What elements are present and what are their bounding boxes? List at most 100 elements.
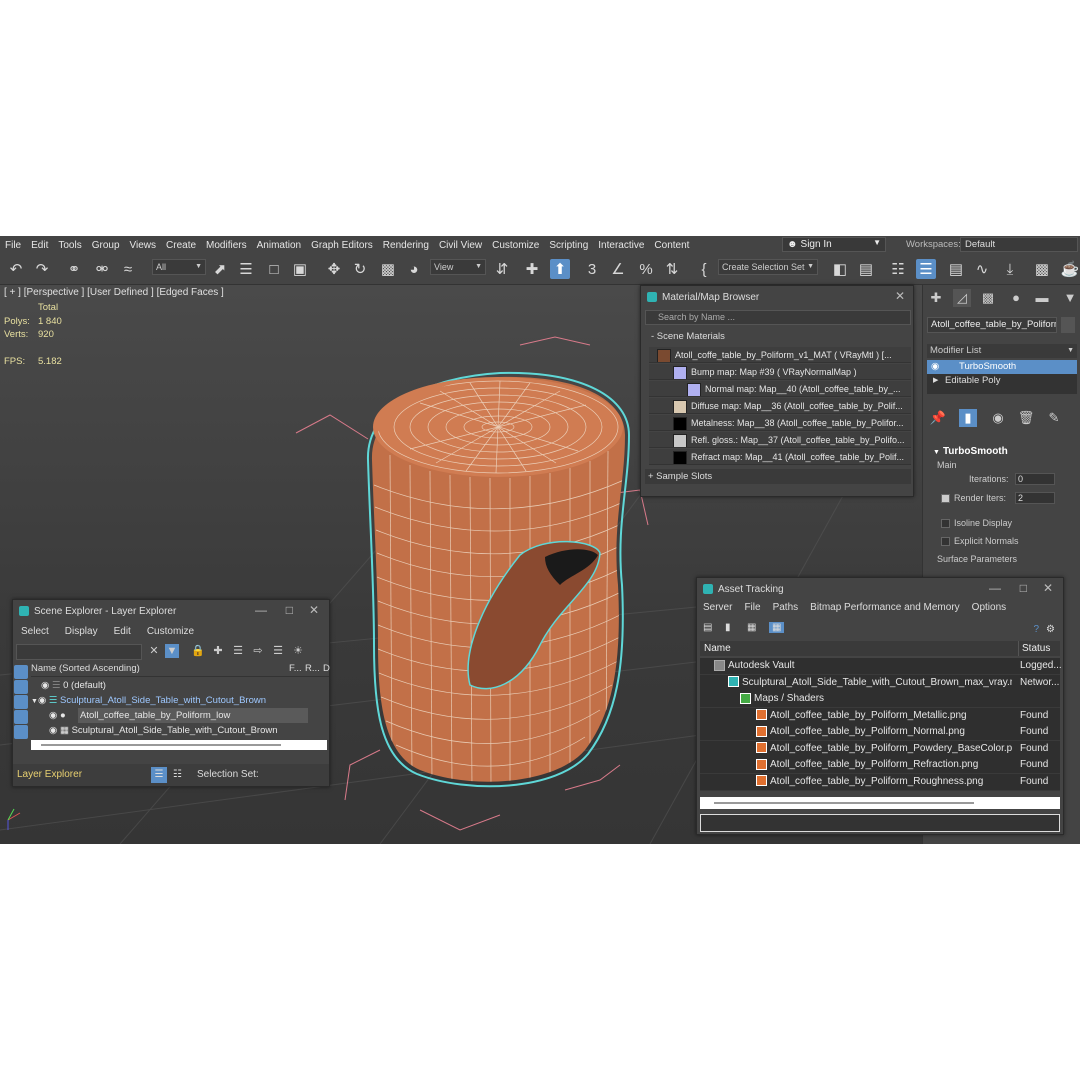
create-tab-icon[interactable]: ✚ bbox=[927, 289, 945, 307]
object-color-swatch[interactable] bbox=[1061, 317, 1075, 333]
vault-icon[interactable]: ▤ bbox=[703, 622, 712, 633]
list-view-icon[interactable]: ▮ bbox=[725, 622, 731, 633]
close-icon[interactable]: ✕ bbox=[309, 603, 319, 617]
schematic-view-icon[interactable]: ⤓ bbox=[1000, 259, 1020, 279]
select-manipulate-icon[interactable]: ✚ bbox=[522, 259, 542, 279]
asset-row[interactable]: Autodesk Vault Logged... bbox=[700, 658, 1062, 675]
menu-select[interactable]: Select bbox=[13, 624, 57, 640]
motion-tab-icon[interactable]: ● bbox=[1007, 289, 1025, 307]
display-geometry-icon[interactable] bbox=[14, 680, 28, 694]
material-row[interactable]: Atoll_coffe_table_by_Poliform_v1_MAT ( V… bbox=[649, 347, 911, 363]
isoline-row[interactable]: Isoline Display bbox=[941, 518, 1012, 529]
menu-interactive[interactable]: Interactive bbox=[593, 240, 649, 251]
status-column-header[interactable]: Status bbox=[1018, 641, 1050, 656]
keyboard-shortcut-icon[interactable]: ⬆ bbox=[550, 259, 570, 279]
render-iters-spinner[interactable]: 2 bbox=[1015, 492, 1055, 504]
object-row-selected[interactable]: Atoll_coffee_table_by_Poliform_low bbox=[78, 708, 308, 723]
placement-icon[interactable]: ◕ bbox=[404, 259, 424, 279]
maximize-icon[interactable]: □ bbox=[1020, 581, 1027, 595]
minimize-icon[interactable]: — bbox=[989, 581, 1001, 595]
horizontal-scrollbar[interactable] bbox=[700, 797, 1060, 809]
menu-content[interactable]: Content bbox=[649, 240, 694, 251]
scene-explorer-titlebar[interactable]: Scene Explorer - Layer Explorer bbox=[13, 600, 329, 622]
menu-edit[interactable]: Edit bbox=[26, 240, 53, 251]
angle-snap-icon[interactable]: ∠ bbox=[608, 259, 628, 279]
stack-item-editable-poly[interactable]: ▶ Editable Poly bbox=[927, 374, 1077, 388]
iterations-spinner[interactable]: 0 bbox=[1015, 473, 1055, 485]
material-browser-titlebar[interactable]: Material/Map Browser bbox=[641, 286, 913, 308]
display-cameras-icon[interactable] bbox=[14, 710, 28, 724]
menu-display[interactable]: Display bbox=[57, 624, 106, 640]
display-objects-icon[interactable] bbox=[14, 665, 28, 679]
highlight-icon[interactable]: ☀ bbox=[291, 644, 305, 658]
percent-snap-icon[interactable]: % bbox=[636, 259, 656, 279]
eye-icon[interactable]: ◉ bbox=[49, 725, 57, 736]
menu-customize[interactable]: Customize bbox=[139, 624, 202, 640]
material-search-input[interactable]: Search by Name ... bbox=[645, 310, 911, 325]
curve-editor-icon[interactable]: ∿ bbox=[972, 259, 992, 279]
turbosmooth-rollout-title[interactable]: ▼ TurboSmooth bbox=[933, 446, 1008, 457]
lock-icon[interactable]: 🔒 bbox=[191, 644, 205, 658]
make-unique-icon[interactable]: ◉ bbox=[989, 409, 1007, 427]
render-iters-checkbox[interactable] bbox=[941, 494, 950, 504]
named-selection-dropdown[interactable]: Create Selection Set ▼ bbox=[718, 259, 818, 275]
menu-create[interactable]: Create bbox=[161, 240, 201, 251]
edit-named-selection-icon[interactable]: { bbox=[694, 259, 714, 279]
scrollbar-thumb[interactable] bbox=[714, 802, 974, 804]
scene-materials-header[interactable]: - Scene Materials bbox=[645, 331, 917, 345]
undo-icon[interactable]: ↶ bbox=[6, 259, 26, 279]
menu-file[interactable]: File bbox=[738, 600, 766, 616]
explorer-type-dropdown[interactable]: Layer Explorer bbox=[17, 764, 82, 786]
stack-icon[interactable]: ☰ bbox=[271, 644, 285, 658]
menu-paths[interactable]: Paths bbox=[767, 600, 805, 616]
window-crossing-icon[interactable]: ▣ bbox=[290, 259, 310, 279]
explicit-normals-checkbox[interactable] bbox=[941, 537, 950, 547]
asset-row[interactable]: Atoll_coffee_table_by_Poliform_Refractio… bbox=[700, 757, 1060, 774]
mirror-icon[interactable]: ◧ bbox=[830, 259, 850, 279]
clear-icon[interactable]: ✕ bbox=[147, 644, 161, 658]
menu-rendering[interactable]: Rendering bbox=[378, 240, 434, 251]
path-field[interactable] bbox=[700, 814, 1060, 832]
menu-tools[interactable]: Tools bbox=[53, 240, 86, 251]
link-icon[interactable]: ⚭ bbox=[64, 259, 84, 279]
menu-scripting[interactable]: Scripting bbox=[544, 240, 593, 251]
menu-file[interactable]: File bbox=[0, 240, 26, 251]
menu-graph-editors[interactable]: Graph Editors bbox=[306, 240, 378, 251]
material-editor-icon[interactable]: ▩ bbox=[1032, 259, 1052, 279]
menu-edit[interactable]: Edit bbox=[106, 624, 139, 640]
layer-explorer-icon[interactable]: ☰ bbox=[916, 259, 936, 279]
menu-group[interactable]: Group bbox=[87, 240, 125, 251]
eye-icon[interactable]: ◉ bbox=[41, 680, 49, 691]
configure-modifier-icon[interactable]: ✎ bbox=[1045, 409, 1063, 427]
select-by-name-icon[interactable]: ☰ bbox=[236, 259, 256, 279]
map-row[interactable]: Diffuse map: Map__36 (Atoll_coffee_table… bbox=[649, 398, 911, 414]
isoline-checkbox[interactable] bbox=[941, 519, 950, 529]
rect-selection-icon[interactable]: □ bbox=[264, 259, 284, 279]
layers-toggle-icon[interactable]: ☰ bbox=[151, 767, 167, 783]
remove-modifier-icon[interactable]: 🗑 bbox=[1017, 409, 1035, 427]
spinner-snap-icon[interactable]: ⇅ bbox=[662, 259, 682, 279]
menu-modifiers[interactable]: Modifiers bbox=[201, 240, 252, 251]
close-icon[interactable]: ✕ bbox=[1043, 581, 1053, 595]
table-view-icon[interactable]: ▦ bbox=[747, 622, 756, 633]
asset-row[interactable]: Atoll_coffee_table_by_Poliform_Roughness… bbox=[700, 773, 1060, 791]
asset-row[interactable]: Atoll_coffee_table_by_Poliform_Metallic.… bbox=[700, 707, 1060, 725]
scene-explorer-icon[interactable]: ☷ bbox=[888, 259, 908, 279]
menu-customize[interactable]: Customize bbox=[487, 240, 544, 251]
scale-icon[interactable]: ▩ bbox=[378, 259, 398, 279]
select-object-icon[interactable]: ⬈ bbox=[210, 259, 230, 279]
name-column-header[interactable]: Name bbox=[704, 641, 731, 656]
map-row[interactable]: Metalness: Map__38 (Atoll_coffee_table_b… bbox=[649, 415, 911, 431]
object-name-field[interactable]: Atoll_coffee_table_by_Poliform bbox=[927, 317, 1057, 333]
scrollbar-thumb[interactable] bbox=[41, 744, 281, 746]
rotate-icon[interactable]: ↻ bbox=[350, 259, 370, 279]
hierarchy-icon[interactable]: ☷ bbox=[173, 764, 182, 786]
eye-icon[interactable]: ◉ bbox=[931, 360, 939, 374]
layer-row[interactable]: ◉ ☰ 0 (default) bbox=[31, 678, 329, 693]
asset-row[interactable]: Sculptural_Atoll_Side_Table_with_Cutout_… bbox=[700, 674, 1060, 692]
pin-stack-icon[interactable]: 📌 bbox=[929, 409, 947, 427]
display-tab-icon[interactable]: ▬ bbox=[1033, 289, 1051, 307]
reference-coord-dropdown[interactable]: View ▼ bbox=[430, 259, 486, 275]
menu-server[interactable]: Server bbox=[697, 600, 738, 616]
asset-tracking-titlebar[interactable]: Asset Tracking bbox=[697, 578, 1063, 600]
